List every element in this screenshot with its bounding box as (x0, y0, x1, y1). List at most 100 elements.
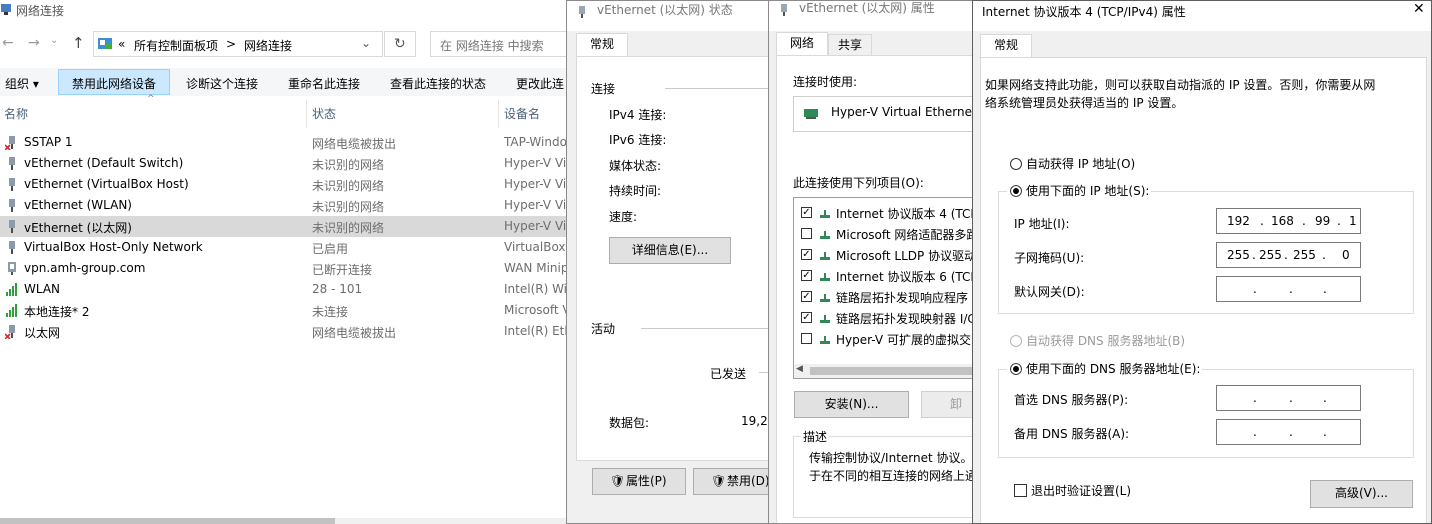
use-ip-radio[interactable] (1007, 182, 1025, 200)
description-header: 描述 (801, 428, 830, 445)
ip-dot: . (1253, 282, 1257, 296)
ipv4-title-bar: Internet 协议版本 4 (TCP/IPv4) 属性 ✕ (973, 1, 1431, 31)
connection-name: SSTAP 1 (24, 135, 73, 149)
address-bar[interactable]: « 所有控制面板项 > 网络连接 ⌄ (93, 31, 383, 57)
status-dialog: vEthernet (以太网) 状态 常规 连接 IPv4 连接: IPv6 连… (566, 0, 778, 524)
connection-row[interactable]: vEthernet (VirtualBox Host) 未识别的网络 Hyper-V… (0, 174, 575, 195)
items-list[interactable]: ◀ ✓ Internet 协议版本 4 (TCP Microsoft 网络适配器多路… (793, 197, 979, 379)
protocol-item[interactable]: ✓ 链路层拓扑发现映射器 I/C (794, 309, 979, 329)
auto-dns-label[interactable]: 自动获得 DNS 服务器地址(B) (1026, 332, 1185, 349)
protocol-checkbox[interactable]: ✓ (801, 312, 812, 323)
column-divider[interactable] (306, 100, 307, 128)
connection-row[interactable]: VirtualBox Host-Only Network 已启用 VirtualBo… (0, 237, 575, 258)
connection-row[interactable]: vEthernet (以太网) 未识别的网络 Hyper-V Vi (0, 216, 575, 237)
protocol-item[interactable]: ✓ Internet 协议版本 4 (TCP (794, 204, 979, 224)
close-icon[interactable]: ✕ (1413, 1, 1425, 17)
organize-button[interactable]: 组织 ▾ (5, 75, 39, 92)
scrollbar-thumb[interactable] (0, 518, 335, 524)
protocol-checkbox[interactable]: ✓ (801, 270, 812, 281)
adapter-icon (9, 241, 15, 254)
disable-button-label: 禁用(D) (727, 474, 770, 488)
connection-status: 未识别的网络 (312, 221, 385, 235)
breadcrumb-prefix[interactable]: « (118, 37, 125, 51)
properties-button-label: 属性(P) (626, 474, 667, 488)
protocol-checkbox[interactable] (801, 333, 812, 344)
protocol-item[interactable]: ✓ Internet 协议版本 6 (TCP (794, 267, 979, 287)
disconnected-adapter-icon (5, 325, 15, 339)
breadcrumb-current[interactable]: 网络连接 (244, 37, 292, 54)
connection-row[interactable]: WLAN 28 - 101 Intel(R) Wi (0, 279, 575, 300)
ipv4-properties-dialog: Internet 协议版本 4 (TCP/IPv4) 属性 ✕ 常规 如果网络支… (972, 0, 1432, 524)
back-arrow-icon[interactable]: ← (2, 35, 14, 51)
items-label: 此连接使用下列项目(O): (793, 176, 924, 190)
connection-row[interactable]: vEthernet (WLAN) 未识别的网络 Hyper-V Vi (0, 195, 575, 216)
diagnose-button[interactable]: 诊断这个连接 (186, 75, 258, 92)
rename-button[interactable]: 重命名此连接 (288, 75, 360, 92)
protocol-checkbox[interactable] (801, 228, 812, 239)
advanced-button[interactable]: 高级(V)... (1310, 480, 1413, 508)
alternate-dns-field[interactable]: . . . (1216, 419, 1361, 445)
protocol-item[interactable]: Microsoft 网络适配器多路 (794, 225, 979, 245)
up-arrow-icon[interactable]: ↑ (72, 34, 85, 52)
tab-general[interactable]: 常规 (980, 34, 1032, 58)
column-name[interactable]: 名称 (4, 105, 28, 122)
protocol-checkbox[interactable]: ✓ (801, 249, 812, 260)
scrollbar-thumb[interactable] (810, 367, 979, 375)
ip-dot: . (1337, 214, 1341, 228)
details-button[interactable]: 详细信息(E)... (609, 237, 731, 264)
connection-row[interactable]: vpn.amh-group.com 已断开连接 WAN Minip (0, 258, 575, 279)
validate-checkbox[interactable] (1014, 484, 1027, 497)
horizontal-scrollbar[interactable] (0, 518, 575, 524)
protocol-checkbox[interactable]: ✓ (801, 207, 812, 218)
chevron-down-icon[interactable]: ⌄ (361, 36, 371, 50)
tab-network[interactable]: 网络 (776, 32, 828, 56)
change-settings-button[interactable]: 更改此连 (516, 75, 564, 92)
use-dns-radio[interactable] (1007, 360, 1025, 378)
properties-button[interactable]: 🛡 属性(P) (592, 468, 686, 495)
tab-sharing[interactable]: 共享 (828, 34, 872, 56)
tab-sharing-label: 共享 (837, 38, 862, 52)
connection-name: vEthernet (VirtualBox Host) (24, 177, 189, 191)
connection-row[interactable]: 以太网 网络电缆被拔出 Intel(R) Eth (0, 321, 575, 342)
use-ip-label[interactable]: 使用下面的 IP 地址(S): (1024, 182, 1152, 199)
disable-device-button[interactable]: 禁用此网络设备 (72, 75, 156, 92)
connection-row[interactable]: 本地连接* 2 未连接 Microsoft V (0, 300, 575, 321)
connection-name: 本地连接* 2 (24, 305, 90, 319)
preferred-dns-field[interactable]: . . . (1216, 385, 1361, 411)
connection-row[interactable]: vEthernet (Default Switch) 未识别的网络 Hyper-V … (0, 153, 575, 174)
use-dns-label[interactable]: 使用下面的 DNS 服务器地址(E): (1024, 360, 1203, 377)
view-status-button[interactable]: 查看此连接的状态 (390, 75, 486, 92)
subnet-mask-field[interactable]: 255 . 255 . 255 . 0 (1216, 242, 1361, 268)
mask-octet-2: 255 (1259, 248, 1282, 262)
auto-dns-radio[interactable] (1010, 335, 1022, 347)
protocol-item[interactable]: ✓ Microsoft LLDP 协议驱动 (794, 246, 979, 266)
packets-label: 数据包: (609, 416, 650, 430)
auto-ip-radio[interactable] (1010, 158, 1022, 170)
chevron-down-icon[interactable]: ⌄ (50, 35, 58, 46)
disable-button[interactable]: 🛡 禁用(D) (693, 468, 777, 495)
protocol-item[interactable]: Hyper-V 可扩展的虚拟交 (794, 330, 979, 350)
install-button-label: 安装(N)... (824, 397, 879, 411)
search-input[interactable]: 在 网络连接 中搜索 (430, 31, 575, 57)
gateway-field[interactable]: . . . (1216, 276, 1361, 302)
column-device[interactable]: 设备名 (504, 105, 540, 122)
forward-arrow-icon[interactable]: → (28, 35, 40, 51)
protocol-item[interactable]: ✓ 链路层拓扑发现响应程序 (794, 288, 979, 308)
validate-label[interactable]: 退出时验证设置(L) (1031, 482, 1131, 499)
ip-address-field[interactable]: 192 . 168 . 99 . 1 (1216, 208, 1361, 234)
auto-ip-label[interactable]: 自动获得 IP 地址(O) (1026, 155, 1135, 172)
protocol-checkbox[interactable]: ✓ (801, 291, 812, 302)
connection-name: WLAN (24, 282, 61, 296)
refresh-button[interactable]: ↻ (384, 31, 416, 57)
column-divider[interactable] (498, 100, 499, 128)
horizontal-scrollbar[interactable]: ◀ (794, 364, 979, 378)
scroll-left-icon[interactable]: ◀ (796, 364, 803, 374)
column-status[interactable]: 状态 (312, 105, 336, 122)
tab-network-label: 网络 (789, 36, 814, 50)
install-button[interactable]: 安装(N)... (794, 391, 909, 418)
breadcrumb-parent[interactable]: 所有控制面板项 (134, 37, 218, 54)
connection-row[interactable]: SSTAP 1 网络电缆被拔出 TAP-Windo (0, 132, 575, 153)
protocol-icon (820, 231, 830, 239)
tab-general[interactable]: 常规 (576, 33, 628, 57)
subnet-mask-label: 子网掩码(U): (1014, 251, 1085, 265)
